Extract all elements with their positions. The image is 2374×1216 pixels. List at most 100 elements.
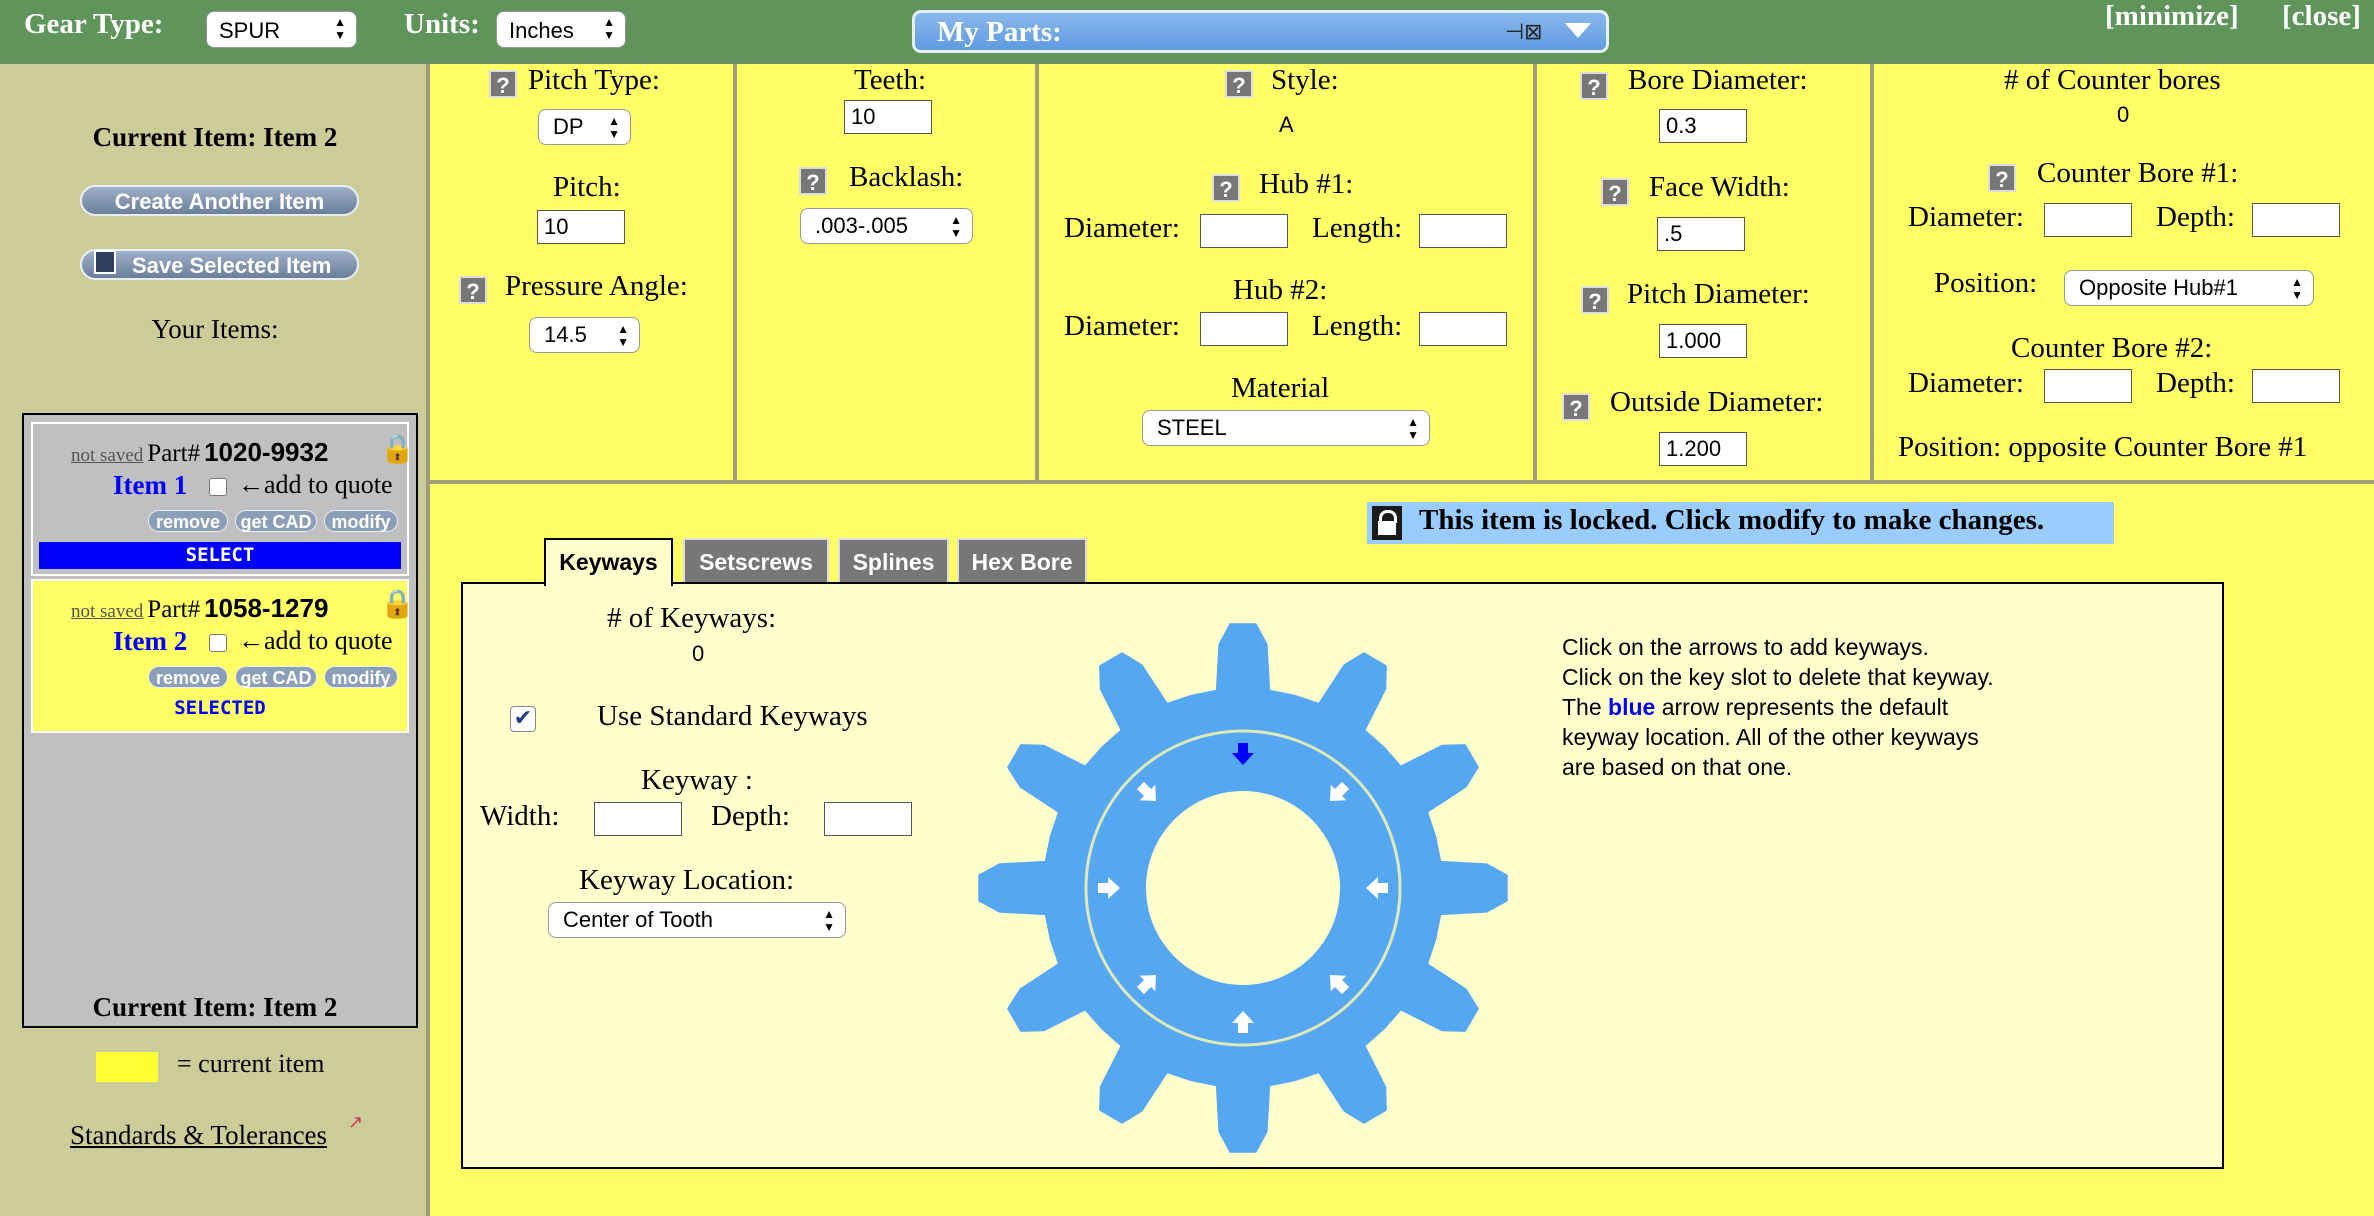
pin-icon[interactable]: ⊣⊠ <box>1505 19 1543 45</box>
outside-diameter-input[interactable]: 1.200 <box>1659 432 1747 466</box>
current-item-legend: = current item <box>177 1049 325 1078</box>
current-item-title: Current Item: Item 2 <box>92 122 338 152</box>
pitch-panel: ? Pitch Type: DP ▲ ▼ Pitch: 10 ? Pressure… <box>430 64 737 484</box>
teeth-input[interactable]: 10 <box>844 100 932 134</box>
help-icon[interactable]: ? <box>459 276 487 304</box>
cb1-depth-input[interactable] <box>2252 203 2340 237</box>
help-icon[interactable]: ? <box>1580 72 1608 100</box>
counterbore-count-label: # of Counter bores <box>2004 64 2221 96</box>
keyway-count-value: 0 <box>692 641 705 666</box>
use-standard-checkbox[interactable]: ✔ <box>510 706 536 732</box>
item-name[interactable]: Item 2 <box>113 626 187 657</box>
blue-word: blue <box>1608 694 1656 720</box>
help-icon[interactable]: ? <box>799 167 827 195</box>
material-select[interactable]: STEEL ▲ ▼ <box>1142 410 1430 446</box>
current-item-title-bottom: Current Item: Item 2 <box>92 992 338 1022</box>
tab-hex-bore[interactable]: Hex Bore <box>957 538 1087 584</box>
counterbore2-label: Counter Bore #2: <box>2011 332 2213 364</box>
units-value: Inches <box>509 18 574 43</box>
external-link-icon: ↗ <box>348 1112 364 1132</box>
teeth-label: Teeth: <box>854 64 927 96</box>
help-icon[interactable]: ? <box>1225 70 1253 98</box>
dimensions-panel: ? Bore Diameter: 0.3 ? Face Width: .5 ? … <box>1537 64 1874 484</box>
add-to-quote-checkbox[interactable] <box>209 478 227 496</box>
close-link[interactable]: [close] <box>2282 0 2361 33</box>
help-icon[interactable]: ? <box>489 70 517 98</box>
create-another-item-button[interactable]: Create Another Item <box>80 185 359 216</box>
cb2-depth-label: Depth: <box>2156 367 2235 399</box>
keyway-width-input[interactable] <box>594 802 682 836</box>
cb2-diameter-input[interactable] <box>2044 369 2132 403</box>
modify-button[interactable]: modify <box>324 510 398 532</box>
part-prefix: Part# <box>147 596 201 623</box>
position-select[interactable]: Opposite Hub#1 ▲ ▼ <box>2064 270 2314 306</box>
select-button[interactable]: SELECT <box>39 542 401 569</box>
use-standard-label: Use Standard Keyways <box>597 700 868 732</box>
your-items-label: Your Items: <box>151 314 279 344</box>
hub1-diameter-label: Diameter: <box>1064 212 1180 244</box>
select-arrows-icon: ▲ ▼ <box>617 322 629 349</box>
item-name[interactable]: Item 1 <box>113 470 187 501</box>
help-icon[interactable]: ? <box>1212 174 1240 202</box>
get-cad-button[interactable]: get CAD <box>235 510 317 532</box>
units-label: Units: <box>404 8 480 40</box>
remove-button[interactable]: remove <box>148 510 228 532</box>
select-arrows-icon: ▲ ▼ <box>823 907 835 934</box>
units-select[interactable]: Inches ▲ ▼ <box>496 11 626 48</box>
keyway-location-label: Keyway Location: <box>579 864 795 896</box>
add-to-quote-checkbox[interactable] <box>209 634 227 652</box>
gear-diagram[interactable] <box>973 618 1513 1158</box>
help-icon[interactable]: ? <box>1601 178 1629 206</box>
help-icon[interactable]: ? <box>1562 393 1590 421</box>
keyway-label: Keyway : <box>641 764 753 796</box>
help-icon[interactable]: ? <box>1988 164 2016 192</box>
part-number: 1058-1279 <box>204 593 329 623</box>
hub2-diameter-input[interactable] <box>1200 312 1288 346</box>
instruction-line: keyway location. All of the other keyway… <box>1562 724 1979 750</box>
style-value: A <box>1279 112 1294 137</box>
tab-splines[interactable]: Splines <box>838 538 949 584</box>
list-item[interactable]: not saved Part# 1020-9932 🔒 Item 1 ←add … <box>31 422 415 576</box>
help-icon[interactable]: ? <box>1581 286 1609 314</box>
remove-button[interactable]: remove <box>148 666 228 688</box>
tab-keyways[interactable]: Keyways <box>544 538 673 586</box>
cb1-diameter-input[interactable] <box>2044 203 2132 237</box>
pressure-angle-select[interactable]: 14.5 ▲ ▼ <box>529 317 640 353</box>
keyway-instructions: Click on the arrows to add keyways. Clic… <box>1562 632 1994 782</box>
keyway-location-value: Center of Tooth <box>563 907 714 932</box>
tab-setscrews[interactable]: Setscrews <box>683 538 829 584</box>
pitch-type-select[interactable]: DP ▲ ▼ <box>538 109 631 145</box>
keyway-depth-input[interactable] <box>824 802 912 836</box>
bore-diameter-input[interactable]: 0.3 <box>1659 109 1747 143</box>
my-parts-dropdown[interactable]: My Parts: ⊣⊠ <box>912 10 1609 53</box>
get-cad-button[interactable]: get CAD <box>235 666 317 688</box>
counterbore-count-value: 0 <box>2117 102 2130 127</box>
pressure-angle-value: 14.5 <box>544 322 587 347</box>
material-label: Material <box>1231 372 1330 404</box>
modify-button[interactable]: modify <box>324 666 398 688</box>
position-label: Position: <box>1934 267 2038 299</box>
face-width-input[interactable]: .5 <box>1657 217 1745 251</box>
chevron-down-icon[interactable] <box>1565 23 1591 38</box>
counterbore1-label: Counter Bore #1: <box>2037 157 2239 189</box>
hub1-length-input[interactable] <box>1419 214 1507 248</box>
select-arrows-icon: ▲ ▼ <box>950 213 962 240</box>
minimize-link[interactable]: [minimize] <box>2105 0 2239 33</box>
gear-type-select[interactable]: SPUR ▲ ▼ <box>206 11 357 48</box>
pitch-diameter-input[interactable]: 1.000 <box>1659 324 1747 358</box>
teeth-panel: Teeth: 10 ? Backlash: .003-.005 ▲ ▼ <box>737 64 1039 484</box>
list-item[interactable]: not saved Part# 1058-1279 🔒 Item 2 ←add … <box>31 579 415 733</box>
hub2-length-input[interactable] <box>1419 312 1507 346</box>
backlash-select[interactable]: .003-.005 ▲ ▼ <box>800 208 973 244</box>
keyway-location-select[interactable]: Center of Tooth ▲ ▼ <box>548 902 846 938</box>
bore-diameter-label: Bore Diameter: <box>1628 64 1808 96</box>
sidebar: Current Item: Item 2 Create Another Item… <box>0 64 430 1216</box>
standards-tolerances-link[interactable]: Standards & Tolerances <box>70 1120 327 1151</box>
pitch-input[interactable]: 10 <box>537 210 625 244</box>
instruction-line: are based on that one. <box>1562 754 1793 780</box>
outside-diameter-label: Outside Diameter: <box>1610 386 1824 418</box>
hub1-diameter-input[interactable] <box>1200 214 1288 248</box>
backlash-value: .003-.005 <box>815 213 908 238</box>
save-selected-item-button[interactable]: Save Selected Item <box>80 249 359 280</box>
cb2-depth-input[interactable] <box>2252 369 2340 403</box>
